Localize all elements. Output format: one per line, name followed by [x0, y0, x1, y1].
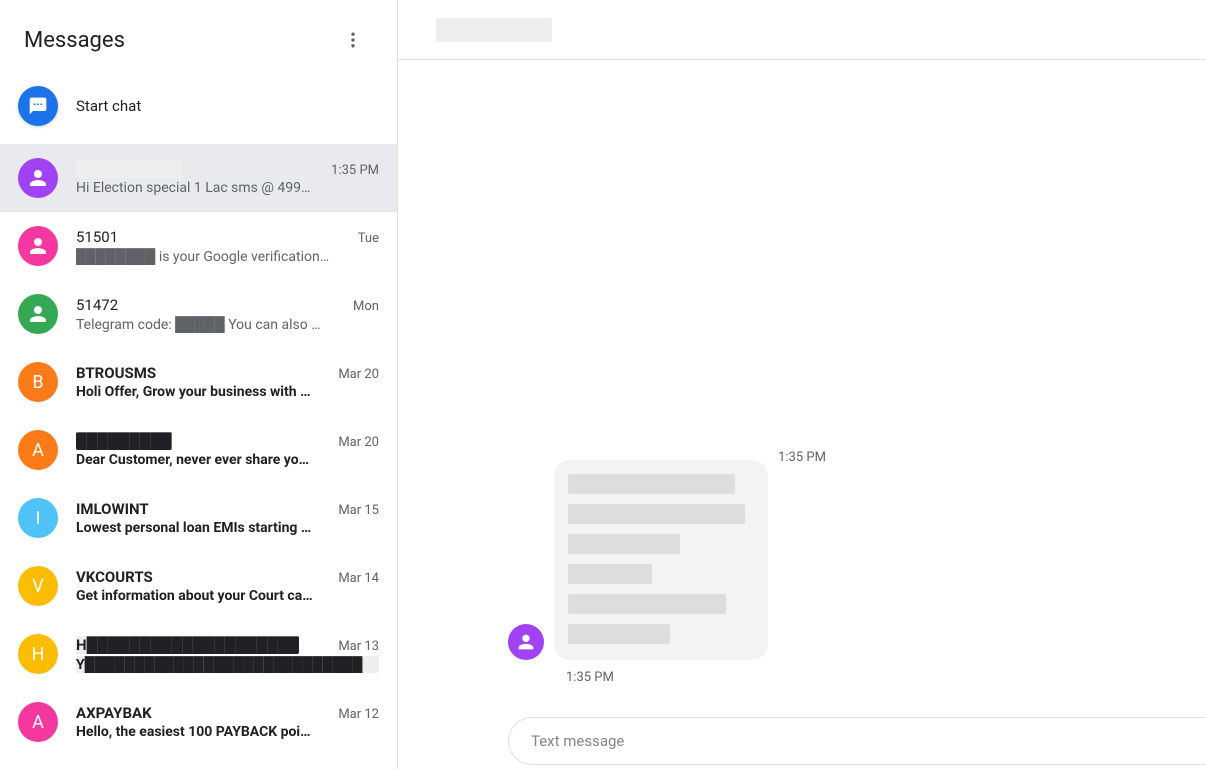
conversation-body: AXPAYBAK Mar 12 Hello, the easiest 100 PAY…	[76, 704, 379, 740]
redacted-line	[568, 564, 652, 584]
conversation-body: 51472 Mon Telegram code: █████ You can als…	[76, 296, 379, 333]
conversation-preview: Telegram code: █████ You can also …	[76, 316, 379, 333]
person-icon	[26, 302, 50, 326]
conversation-name: █████████	[76, 432, 172, 450]
redacted-line	[568, 534, 680, 554]
conversation-preview: Hi Election special 1 Lac sms @ 499…	[76, 180, 379, 196]
conversation-body: IMLOWINT Mar 15 Lowest personal loan EMIs …	[76, 500, 379, 536]
avatar	[18, 158, 58, 198]
conversation-item[interactable]: I IMLOWINT Mar 15 Lowest personal loan EMIs…	[0, 484, 397, 552]
conversation-name: ██████████	[76, 160, 182, 178]
more-vert-icon	[343, 30, 363, 50]
conversation-time: Mar 12	[338, 707, 379, 722]
conversation-body: VKCOURTS Mar 14 Get information about your…	[76, 568, 379, 604]
conversation-preview: Dear Customer, never ever share yo…	[76, 452, 379, 468]
conversation-preview: Holi Offer, Grow your business with …	[76, 384, 379, 400]
conversation-body: BTROUSMS Mar 20 Holi Offer, Grow your busi…	[76, 364, 379, 400]
person-icon	[26, 234, 50, 258]
conversation-name: 51501	[76, 228, 118, 246]
conversation-item[interactable]: 51501 Tue ████████ is your Google verifica…	[0, 212, 397, 280]
avatar: A	[18, 430, 58, 470]
redacted-line	[568, 474, 735, 494]
main-panel: 1:35 PM 1:35 PM	[398, 0, 1206, 769]
conversation-body: 51501 Tue ████████ is your Google verifica…	[76, 228, 379, 265]
sender-avatar[interactable]	[508, 624, 544, 660]
message-timestamp: 1:35 PM	[566, 670, 614, 685]
avatar: I	[18, 498, 58, 538]
start-chat-label: Start chat	[76, 97, 141, 115]
conversation-time: Mar 20	[338, 435, 379, 450]
thread-timestamp: 1:35 PM	[778, 450, 826, 465]
conversation-name: AXPAYBAK	[76, 704, 152, 722]
message-bubble[interactable]	[554, 460, 768, 660]
conversation-preview: Get information about your Court ca…	[76, 588, 379, 604]
conversation-item[interactable]: A AXPAYBAK Mar 12 Hello, the easiest 100 PA…	[0, 688, 397, 756]
conversation-preview: Hello, the easiest 100 PAYBACK poi…	[76, 724, 379, 740]
conversation-time: Mar 15	[338, 503, 379, 518]
conversation-time: Mon	[353, 299, 379, 314]
redacted-line	[568, 624, 670, 644]
conversation-preview: Y████████████████████████████	[76, 656, 379, 673]
thread-title-redacted	[436, 18, 552, 42]
person-icon	[515, 631, 537, 653]
conversation-item[interactable]: B BTROUSMS Mar 20 Holi Offer, Grow your bus…	[0, 348, 397, 416]
conversation-item[interactable]: ██████████ 1:35 PM Hi Election special 1 L…	[0, 144, 397, 212]
avatar: B	[18, 362, 58, 402]
conversation-body: H████████████████████ Mar 13 Y████████████…	[76, 636, 379, 673]
avatar: V	[18, 566, 58, 606]
conversation-name: BTROUSMS	[76, 364, 156, 382]
conversation-time: Mar 14	[338, 571, 379, 586]
conversation-item[interactable]: H H████████████████████ Mar 13 Y███████████…	[0, 620, 397, 688]
chat-icon	[28, 96, 48, 116]
page-title: Messages	[24, 28, 125, 53]
conversation-name: IMLOWINT	[76, 500, 149, 518]
start-chat-fab	[18, 86, 58, 126]
redacted-line	[568, 504, 745, 524]
avatar	[18, 294, 58, 334]
conversation-name: H████████████████████	[76, 636, 299, 654]
start-chat-button[interactable]: Start chat	[0, 74, 397, 144]
conversation-item[interactable]: V VKCOURTS Mar 14 Get information about you…	[0, 552, 397, 620]
conversation-list[interactable]: ██████████ 1:35 PM Hi Election special 1 L…	[0, 144, 397, 769]
person-icon	[26, 166, 50, 190]
conversation-name: 51472	[76, 296, 118, 314]
avatar: H	[18, 634, 58, 674]
conversation-time: Mar 13	[338, 639, 379, 654]
avatar	[18, 226, 58, 266]
conversation-item[interactable]: A █████████ Mar 20 Dear Customer, never eve…	[0, 416, 397, 484]
conversation-name: VKCOURTS	[76, 568, 153, 586]
sidebar: Messages Start chat ██████████ 1:35 PM Hi …	[0, 0, 398, 769]
conversation-body: █████████ Mar 20 Dear Customer, never ever…	[76, 432, 379, 468]
conversation-item[interactable]: 51472 Mon Telegram code: █████ You can als…	[0, 280, 397, 348]
thread-body[interactable]: 1:35 PM 1:35 PM	[398, 60, 1206, 713]
more-options-button[interactable]	[333, 20, 373, 60]
message-input[interactable]	[508, 717, 1206, 765]
conversation-body: ██████████ 1:35 PM Hi Election special 1 L…	[76, 160, 379, 196]
conversation-preview: Lowest personal loan EMIs starting …	[76, 520, 379, 536]
conversation-preview: ████████ is your Google verification…	[76, 248, 379, 265]
sidebar-header: Messages	[0, 0, 397, 74]
thread-header	[398, 0, 1206, 60]
conversation-time: 1:35 PM	[331, 163, 379, 178]
message-row	[508, 460, 768, 660]
conversation-time: Mar 20	[338, 367, 379, 382]
redacted-line	[568, 594, 726, 614]
conversation-time: Tue	[358, 231, 379, 246]
avatar: A	[18, 702, 58, 742]
compose-bar	[398, 713, 1206, 769]
